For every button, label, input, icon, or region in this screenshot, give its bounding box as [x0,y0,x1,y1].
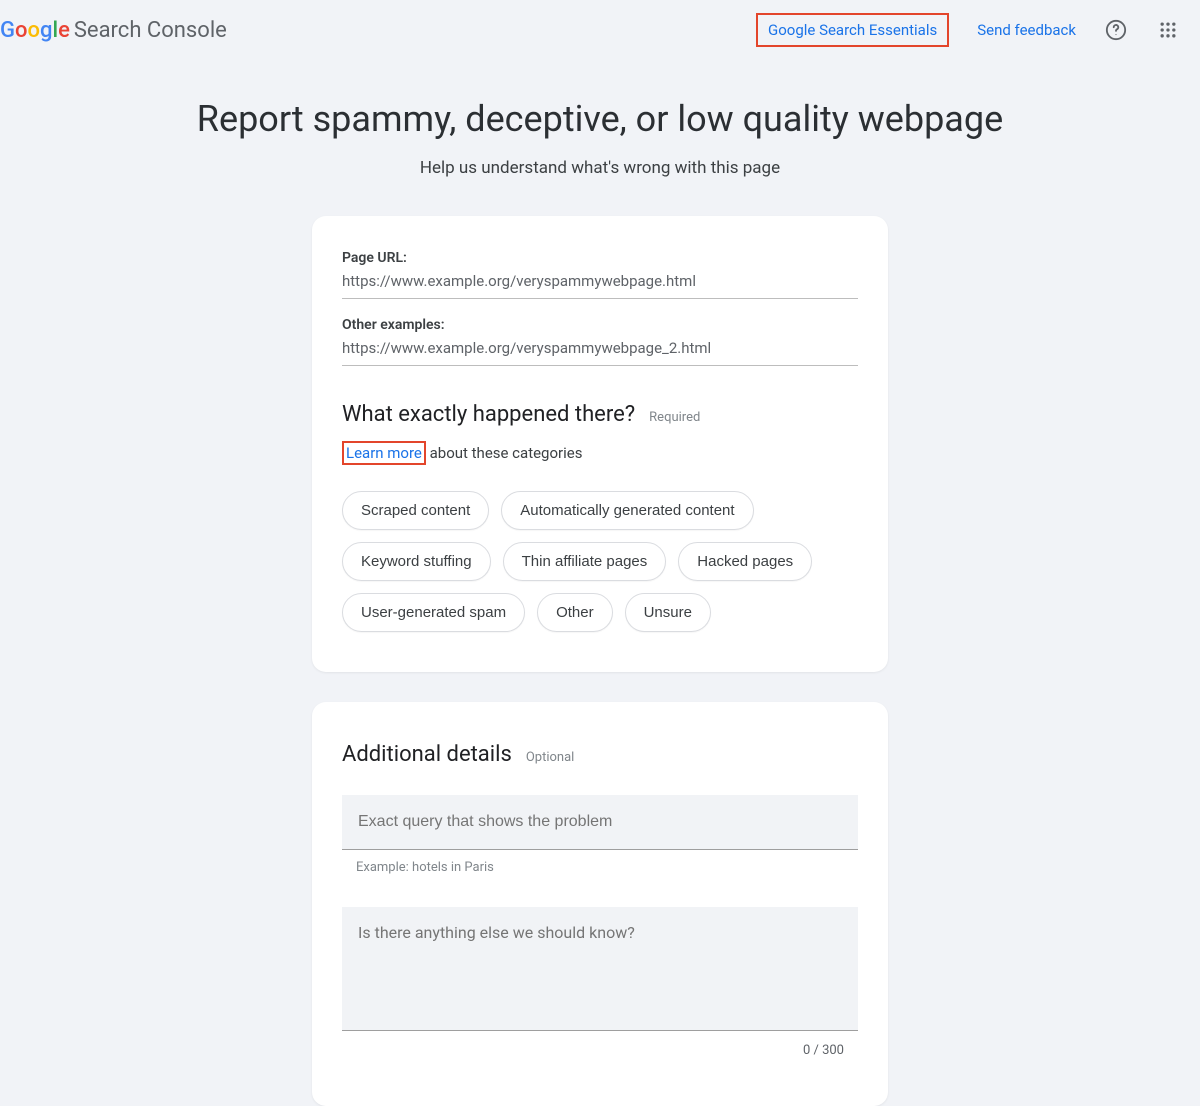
category-chips: Scraped content Automatically generated … [342,491,858,632]
question-head: What exactly happened there? Required [342,402,858,427]
chip-other[interactable]: Other [537,593,613,632]
chip-thin-affiliate[interactable]: Thin affiliate pages [503,542,667,581]
search-essentials-link[interactable]: Google Search Essentials [756,13,949,47]
report-card: Page URL: https://www.example.org/verysp… [312,216,888,672]
page-subtitle: Help us understand what's wrong with thi… [0,158,1200,178]
exact-query-input[interactable] [342,795,858,850]
page-title: Report spammy, deceptive, or low quality… [0,98,1200,140]
details-card: Additional details Optional Example: hot… [312,702,888,1106]
other-examples-value[interactable]: https://www.example.org/veryspammywebpag… [342,339,858,366]
anything-else-textarea[interactable] [342,907,858,1031]
google-logo-text: Google [0,18,70,43]
page-url-group: Page URL: https://www.example.org/verysp… [342,250,858,299]
chip-auto-generated[interactable]: Automatically generated content [501,491,753,530]
header-right: Google Search Essentials Send feedback [756,13,1180,47]
details-title: Additional details [342,742,512,767]
logo[interactable]: Google Search Console [0,18,227,43]
other-examples-label: Other examples: [342,317,858,333]
chip-unsure[interactable]: Unsure [625,593,711,632]
header-bar: Google Search Console Google Search Esse… [0,0,1200,60]
apps-grid-icon[interactable] [1156,18,1180,42]
learn-more-link[interactable]: Learn more [346,444,422,462]
title-block: Report spammy, deceptive, or low quality… [0,98,1200,178]
required-tag: Required [649,410,700,425]
product-name: Search Console [74,18,227,43]
question-title: What exactly happened there? [342,402,635,427]
chip-scraped-content[interactable]: Scraped content [342,491,489,530]
query-helper: Example: hotels in Paris [342,860,858,875]
chip-keyword-stuffing[interactable]: Keyword stuffing [342,542,491,581]
details-head: Additional details Optional [342,742,858,767]
chip-user-generated-spam[interactable]: User-generated spam [342,593,525,632]
page-url-value[interactable]: https://www.example.org/veryspammywebpag… [342,272,858,299]
learn-more-rest: about these categories [426,444,583,462]
help-icon[interactable] [1104,18,1128,42]
other-examples-group: Other examples: https://www.example.org/… [342,317,858,366]
char-counter: 0 / 300 [342,1043,858,1058]
learn-more-line: Learn more about these categories [342,441,858,465]
optional-tag: Optional [526,750,574,765]
send-feedback-link[interactable]: Send feedback [977,21,1076,39]
page-url-label: Page URL: [342,250,858,266]
chip-hacked-pages[interactable]: Hacked pages [678,542,812,581]
